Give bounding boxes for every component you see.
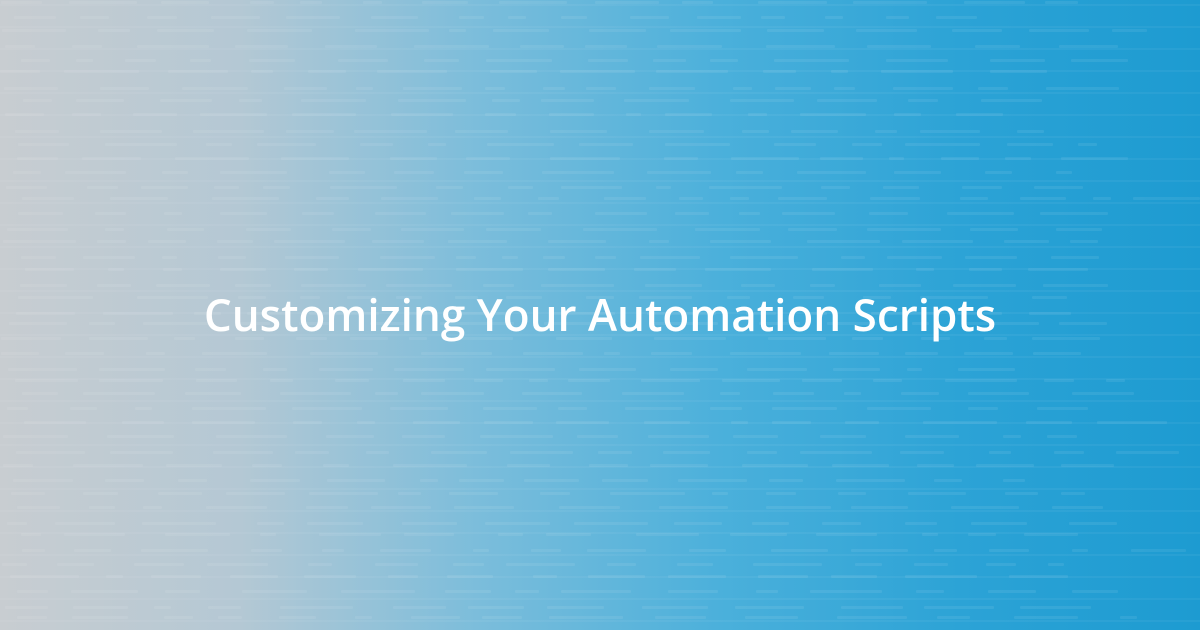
title-container: Customizing Your Automation Scripts (0, 0, 1200, 630)
page-title: Customizing Your Automation Scripts (204, 284, 996, 346)
